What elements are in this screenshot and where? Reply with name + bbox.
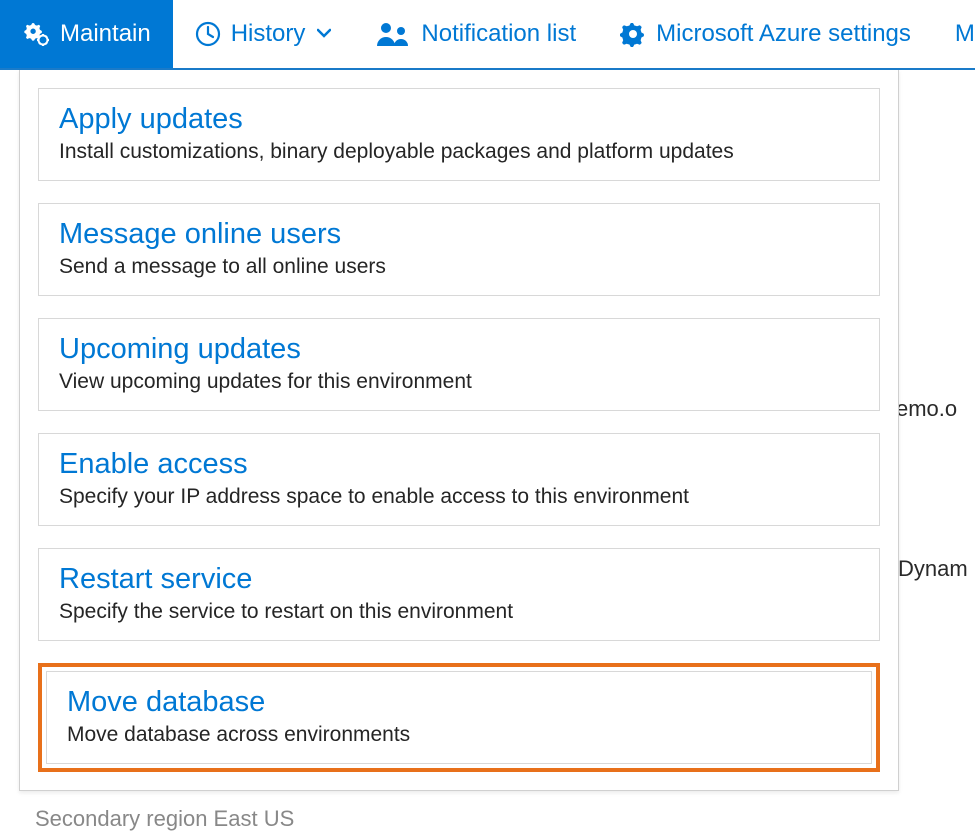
menu-upcoming-updates[interactable]: Upcoming updates View upcoming updates f…	[38, 318, 880, 411]
history-icon	[195, 21, 221, 47]
menu-message-online-users[interactable]: Message online users Send a message to a…	[38, 203, 880, 296]
bg-text-2: Dynam	[898, 556, 968, 582]
menu-restart-service[interactable]: Restart service Specify the service to r…	[38, 548, 880, 641]
notification-list-button[interactable]: Notification list	[353, 0, 598, 68]
more-cut-label: Mi	[955, 20, 975, 48]
azure-settings-button[interactable]: Microsoft Azure settings	[598, 0, 933, 68]
menu-title: Apply updates	[59, 103, 859, 136]
history-label: History	[231, 20, 306, 48]
gears-icon	[22, 20, 50, 48]
menu-desc: Move database across environments	[67, 723, 851, 747]
menu-desc: Send a message to all online users	[59, 255, 859, 279]
menu-title: Enable access	[59, 448, 859, 481]
highlight-box: Move database Move database across envir…	[38, 663, 880, 772]
azure-settings-label: Microsoft Azure settings	[656, 20, 911, 48]
menu-desc: Specify your IP address space to enable …	[59, 485, 859, 509]
menu-desc: View upcoming updates for this environme…	[59, 370, 859, 394]
menu-move-database[interactable]: Move database Move database across envir…	[46, 671, 872, 764]
menu-enable-access[interactable]: Enable access Specify your IP address sp…	[38, 433, 880, 526]
more-cut-button[interactable]: Mi	[933, 0, 975, 68]
maintain-button[interactable]: Maintain	[0, 0, 173, 68]
maintain-label: Maintain	[60, 20, 151, 48]
menu-apply-updates[interactable]: Apply updates Install customizations, bi…	[38, 88, 880, 181]
maintain-dropdown: Apply updates Install customizations, bi…	[19, 70, 899, 791]
menu-title: Move database	[67, 686, 851, 719]
toolbar: Maintain History Notification list	[0, 0, 975, 70]
menu-title: Message online users	[59, 218, 859, 251]
menu-title: Upcoming updates	[59, 333, 859, 366]
people-icon	[375, 20, 411, 48]
menu-title: Restart service	[59, 563, 859, 596]
bg-text-1: emo.o	[896, 396, 957, 422]
notification-list-label: Notification list	[421, 20, 576, 48]
chevron-down-icon	[317, 25, 331, 43]
history-button[interactable]: History	[173, 0, 354, 68]
gear-icon	[620, 21, 646, 47]
menu-desc: Install customizations, binary deployabl…	[59, 140, 859, 164]
bg-text-3: Secondary region East US	[35, 806, 294, 832]
menu-desc: Specify the service to restart on this e…	[59, 600, 859, 624]
